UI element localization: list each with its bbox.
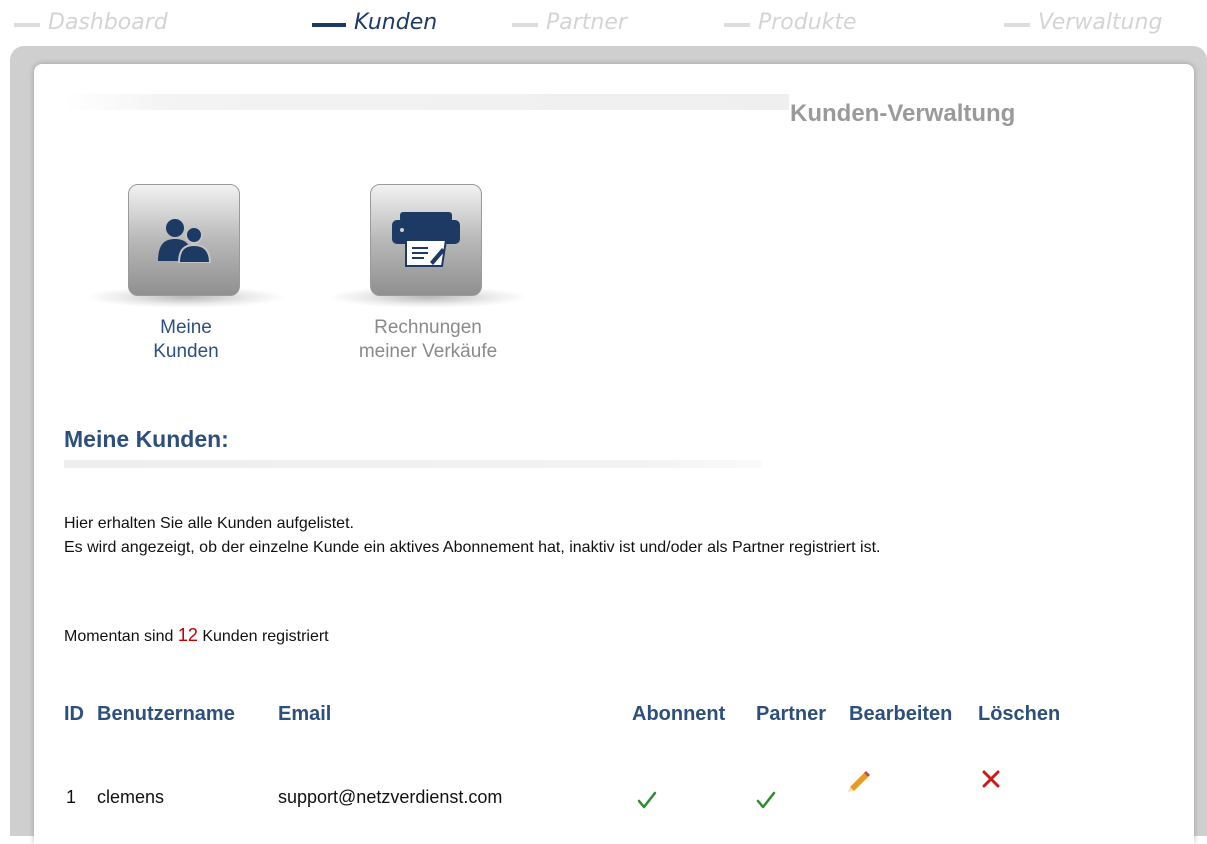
tile-label: Rechnungen meiner Verkäufe <box>358 317 498 362</box>
nav-dash-icon <box>512 22 538 27</box>
nav-produkte-label: Produkte <box>758 10 857 35</box>
tile-rechnungen[interactable]: Rechnungen meiner Verkäufe <box>308 184 548 374</box>
main-nav: Dashboard Kunden Partner Produkte Verwal… <box>0 0 1207 46</box>
nav-dashboard[interactable]: Dashboard <box>14 10 168 35</box>
nav-kunden-label: Kunden <box>354 10 438 35</box>
nav-partner-label: Partner <box>546 10 627 35</box>
intro-line: Es wird angezeigt, ob der einzelne Kunde… <box>64 539 881 556</box>
col-header-partner: Partner <box>756 703 827 725</box>
col-header-edit: Bearbeiten <box>849 703 953 725</box>
section-divider <box>64 460 762 468</box>
section-title: Meine Kunden: <box>64 426 229 452</box>
pencil-icon[interactable] <box>846 766 872 792</box>
nav-dash-icon <box>312 22 346 27</box>
col-header-id: ID <box>64 703 84 725</box>
cell-email: support@netzverdienst.com <box>278 787 503 807</box>
abonnent-check-icon <box>637 791 657 809</box>
customer-count: Momentan sind 12 Kunden registriert <box>64 625 329 646</box>
tile-meine-kunden[interactable]: Meine Kunden <box>66 184 306 374</box>
partner-check-icon <box>756 791 776 809</box>
intro-text: Hier erhalten Sie alle Kunden aufgeliste… <box>64 512 1124 560</box>
cell-id: 1 <box>66 787 77 807</box>
nav-verwaltung[interactable]: Verwaltung <box>1004 10 1162 35</box>
col-header-abonnent: Abonnent <box>632 703 726 725</box>
delete-x-icon[interactable] <box>982 770 1000 788</box>
tile-button[interactable] <box>128 184 240 296</box>
intro-line: Hier erhalten Sie alle Kunden aufgeliste… <box>64 515 354 532</box>
cell-username: clemens <box>97 787 165 807</box>
col-header-delete: Löschen <box>978 703 1061 725</box>
header-bar <box>64 94 789 110</box>
count-suffix: Kunden registriert <box>202 628 329 645</box>
nav-verwaltung-label: Verwaltung <box>1038 10 1163 35</box>
content-frame: Kunden-Verwaltung Meine Kunden Rechnunge… <box>10 46 1207 844</box>
tile-button[interactable] <box>370 184 482 296</box>
col-header-username: Benutzername <box>97 703 235 725</box>
printer-icon <box>392 212 460 267</box>
col-header-email: Email <box>278 703 332 725</box>
nav-dash-icon <box>724 22 750 27</box>
nav-dashboard-label: Dashboard <box>48 10 168 35</box>
nav-dash-icon <box>1004 22 1030 27</box>
count-prefix: Momentan sind <box>64 628 174 645</box>
tile-label: Meine Kunden <box>153 317 219 362</box>
content-panel: Kunden-Verwaltung Meine Kunden Rechnunge… <box>34 64 1194 844</box>
page-title: Kunden-Verwaltung <box>790 100 1016 127</box>
nav-dash-icon <box>14 22 40 27</box>
count-value: 12 <box>177 625 198 645</box>
nav-partner[interactable]: Partner <box>512 10 627 35</box>
users-icon <box>158 219 212 263</box>
nav-kunden[interactable]: Kunden <box>312 10 437 35</box>
nav-produkte[interactable]: Produkte <box>724 10 857 35</box>
